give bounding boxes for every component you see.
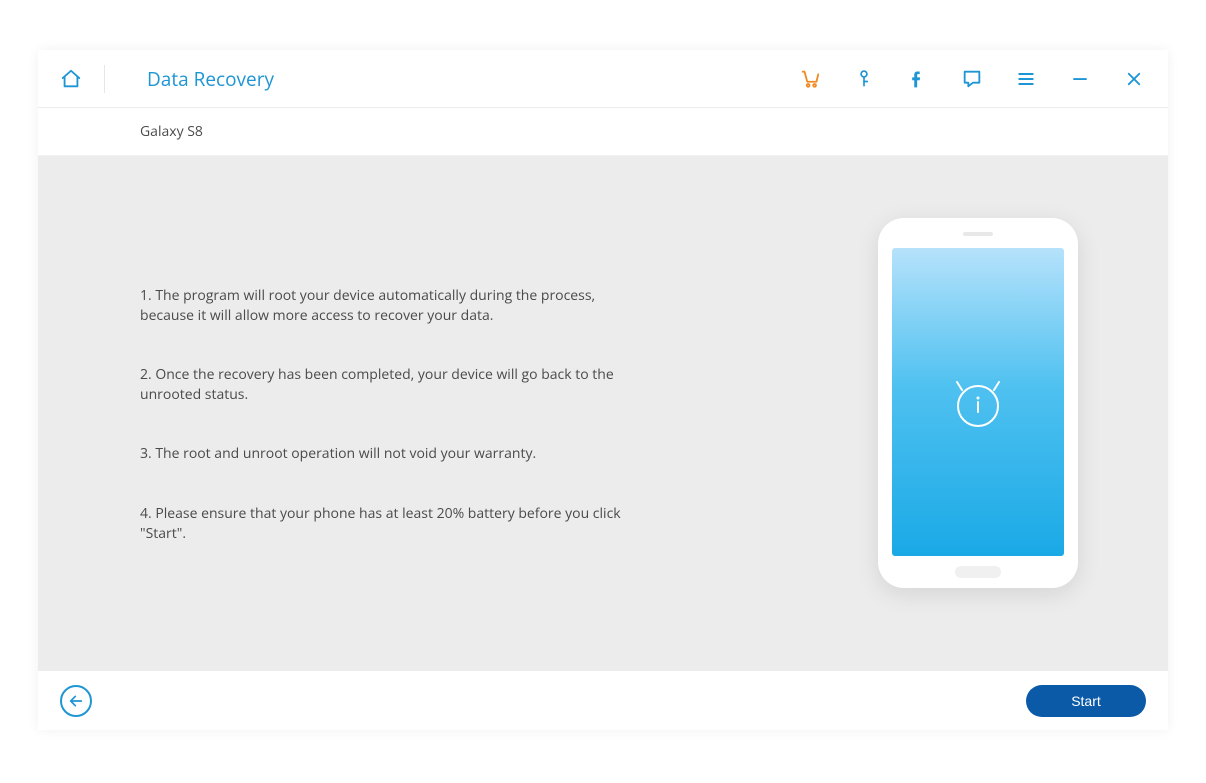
- info-item-2: 2. Once the recovery has been completed,…: [140, 365, 650, 404]
- device-name: Galaxy S8: [140, 122, 203, 141]
- phone-screen: [892, 248, 1064, 556]
- app-title: Data Recovery: [147, 66, 274, 92]
- phone-speaker: [963, 232, 993, 236]
- menu-icon: [1016, 69, 1036, 89]
- info-item-3: 3. The root and unroot operation will no…: [140, 444, 650, 464]
- minimize-button[interactable]: [1068, 67, 1092, 91]
- home-icon: [60, 68, 82, 90]
- cart-icon: [799, 68, 821, 90]
- cart-button[interactable]: [798, 67, 822, 91]
- arrow-left-icon: [68, 693, 84, 709]
- info-list: 1. The program will root your device aut…: [140, 286, 650, 583]
- home-button[interactable]: [56, 64, 86, 94]
- phone-mockup: [878, 218, 1078, 588]
- close-icon: [1125, 70, 1143, 88]
- facebook-button[interactable]: [906, 67, 930, 91]
- close-button[interactable]: [1122, 67, 1146, 91]
- phone-home-button: [955, 566, 1001, 578]
- start-button[interactable]: Start: [1026, 685, 1146, 717]
- info-item-4: 4. Please ensure that your phone has at …: [140, 504, 650, 543]
- footer: Start: [38, 670, 1168, 730]
- key-icon: [854, 69, 874, 89]
- start-button-label: Start: [1071, 693, 1101, 709]
- minimize-icon: [1071, 70, 1089, 88]
- separator: [104, 65, 105, 93]
- app-window: Data Recovery: [38, 50, 1168, 730]
- chat-icon: [961, 68, 983, 90]
- facebook-icon: [908, 69, 928, 89]
- subheader: Galaxy S8: [38, 108, 1168, 156]
- titlebar-actions: [798, 67, 1146, 91]
- titlebar: Data Recovery: [38, 50, 1168, 108]
- content-area: 1. The program will root your device aut…: [38, 156, 1168, 670]
- android-alert-icon: [948, 372, 1008, 432]
- info-item-1: 1. The program will root your device aut…: [140, 286, 650, 325]
- menu-button[interactable]: [1014, 67, 1038, 91]
- feedback-button[interactable]: [960, 67, 984, 91]
- back-button[interactable]: [60, 685, 92, 717]
- key-button[interactable]: [852, 67, 876, 91]
